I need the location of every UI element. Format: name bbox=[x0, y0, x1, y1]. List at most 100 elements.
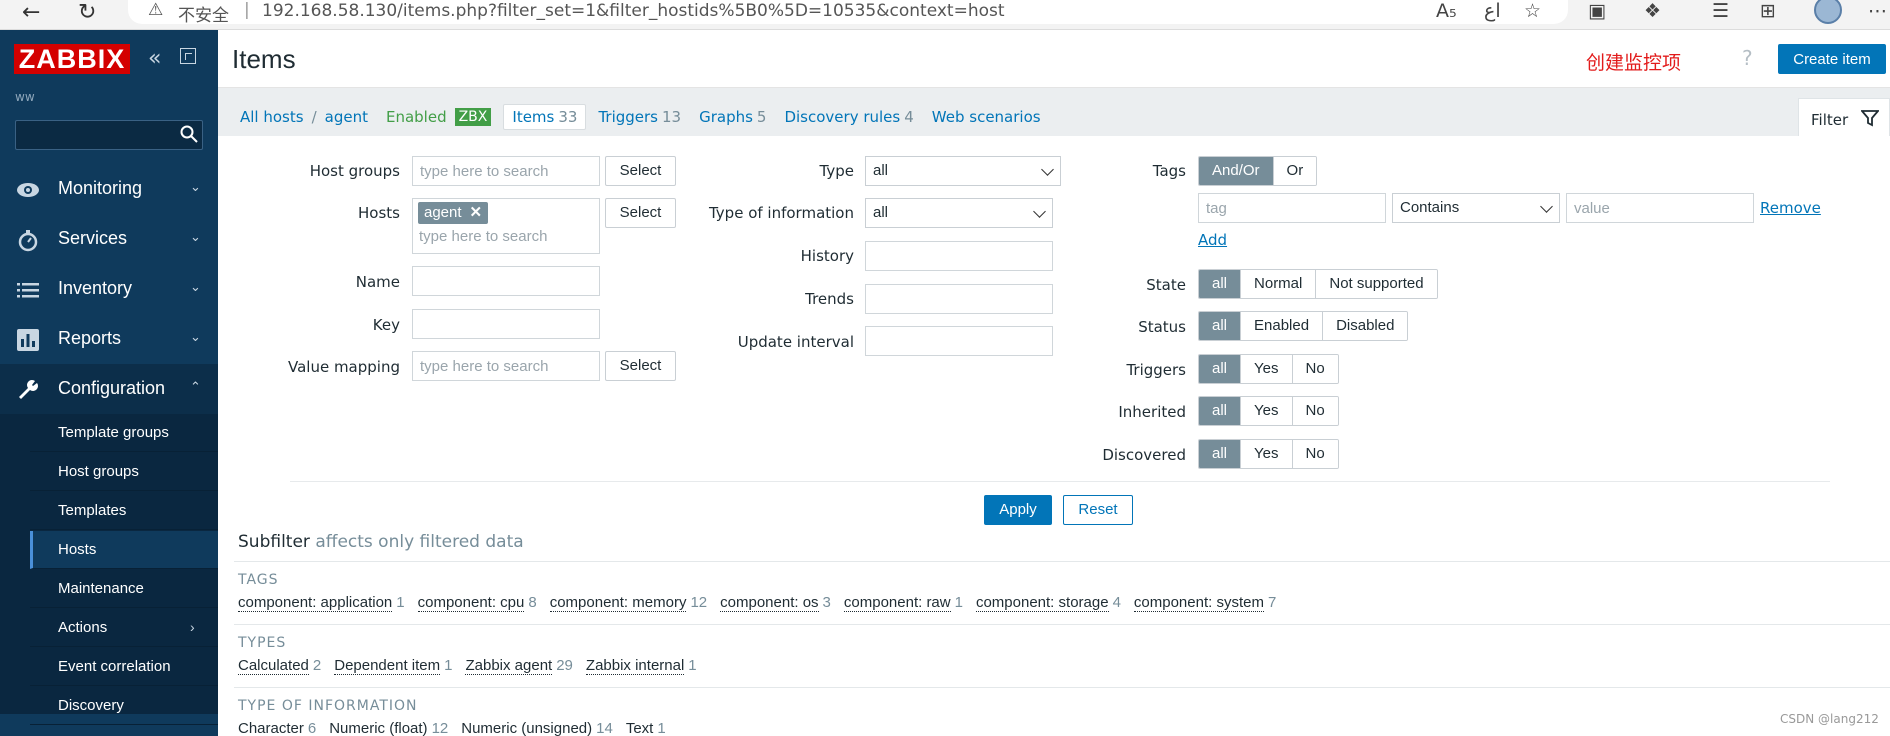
tab-discovery-rules[interactable]: Discovery rules 4 bbox=[784, 108, 913, 126]
subfilter-toi-item[interactable]: Character 6 bbox=[238, 720, 316, 736]
subfilter-toi-item[interactable]: Text 1 bbox=[625, 720, 666, 736]
tags-andor-option[interactable]: And/Or bbox=[1199, 157, 1274, 185]
tab-graphs[interactable]: Graphs 5 bbox=[699, 108, 766, 126]
subfilter-toi-item[interactable]: Numeric (float) 12 bbox=[329, 720, 448, 736]
collections-icon[interactable]: ⊞ bbox=[1760, 0, 1776, 22]
history-input[interactable] bbox=[865, 241, 1053, 271]
menu-inventory[interactable]: Inventory ⌄ bbox=[0, 264, 218, 314]
value-mapping-select-button[interactable]: Select bbox=[605, 351, 676, 381]
tab-items[interactable]: Items 33 bbox=[503, 104, 587, 130]
reset-button[interactable]: Reset bbox=[1063, 495, 1133, 525]
discovered-yes-option[interactable]: Yes bbox=[1241, 440, 1293, 468]
menu-monitoring[interactable]: Monitoring ⌄ bbox=[0, 164, 218, 214]
subfilter-toi-item[interactable]: Numeric (unsigned) 14 bbox=[461, 720, 613, 736]
submenu-host-groups[interactable]: Host groups bbox=[30, 453, 218, 491]
subfilter-item-name[interactable]: Text bbox=[625, 720, 654, 736]
triggers-yes-option[interactable]: Yes bbox=[1241, 355, 1293, 383]
subfilter-type-item[interactable]: Dependent item 1 bbox=[334, 657, 452, 675]
state-not-supported-option[interactable]: Not supported bbox=[1316, 270, 1437, 298]
submenu-maintenance[interactable]: Maintenance bbox=[30, 570, 218, 608]
favorites-icon[interactable]: ☰ bbox=[1712, 0, 1729, 22]
triggers-no-option[interactable]: No bbox=[1292, 355, 1338, 383]
key-input[interactable] bbox=[412, 309, 600, 339]
tag-value-input[interactable]: value bbox=[1566, 193, 1754, 223]
subfilter-tag-item[interactable]: component: memory 12 bbox=[549, 594, 707, 612]
submenu-event-correlation[interactable]: Event correlation bbox=[30, 648, 218, 686]
state-normal-option[interactable]: Normal bbox=[1241, 270, 1317, 298]
collapse-sidebar-icon[interactable]: « bbox=[148, 46, 161, 71]
subfilter-type-item[interactable]: Zabbix agent 29 bbox=[465, 657, 573, 675]
translate-icon[interactable]: اع bbox=[1484, 0, 1501, 22]
hosts-search-input[interactable]: type here to search bbox=[413, 228, 593, 250]
profile-avatar[interactable] bbox=[1814, 0, 1842, 24]
menu-services[interactable]: Services ⌄ bbox=[0, 214, 218, 264]
subfilter-type-item[interactable]: Zabbix internal 1 bbox=[585, 657, 697, 675]
subfilter-tag-item[interactable]: component: application 1 bbox=[238, 594, 405, 612]
more-icon[interactable]: ⋯ bbox=[1868, 0, 1887, 22]
menu-configuration[interactable]: Configuration ⌃ bbox=[0, 364, 218, 414]
subfilter-tag-item[interactable]: component: os 3 bbox=[720, 594, 831, 612]
state-all-option[interactable]: all bbox=[1199, 270, 1242, 298]
update-interval-input[interactable] bbox=[865, 326, 1053, 356]
search-icon[interactable] bbox=[180, 125, 198, 143]
tab-triggers[interactable]: Triggers 13 bbox=[598, 108, 681, 126]
host-status[interactable]: Enabled bbox=[386, 108, 447, 126]
kiosk-mode-icon[interactable] bbox=[180, 48, 196, 64]
status-all-option[interactable]: all bbox=[1199, 312, 1242, 340]
submenu-template-groups[interactable]: Template groups bbox=[30, 414, 218, 452]
subfilter-item-name[interactable]: Zabbix internal bbox=[585, 657, 685, 675]
value-mapping-input[interactable]: type here to search bbox=[412, 351, 600, 381]
inherited-no-option[interactable]: No bbox=[1292, 397, 1338, 425]
subfilter-item-name[interactable]: Character bbox=[238, 720, 304, 736]
subfilter-item-name[interactable]: Numeric (unsigned) bbox=[461, 720, 593, 736]
subfilter-type-item[interactable]: Calculated 2 bbox=[238, 657, 321, 675]
subfilter-item-name[interactable]: component: application bbox=[238, 594, 393, 612]
inherited-all-option[interactable]: all bbox=[1199, 397, 1242, 425]
subfilter-item-name[interactable]: component: cpu bbox=[417, 594, 525, 612]
type-of-information-select[interactable]: all bbox=[865, 198, 1053, 228]
apply-button[interactable]: Apply bbox=[984, 495, 1052, 525]
type-select[interactable]: all bbox=[865, 156, 1061, 186]
submenu-actions[interactable]: Actions › bbox=[30, 609, 218, 647]
menu-reports[interactable]: Reports ⌄ bbox=[0, 314, 218, 364]
zabbix-logo[interactable]: ZABBIX bbox=[14, 44, 130, 74]
extension-icon[interactable]: ▣ bbox=[1588, 0, 1606, 22]
subfilter-tag-item[interactable]: component: system 7 bbox=[1133, 594, 1276, 612]
breadcrumb-all-hosts[interactable]: All hosts bbox=[240, 108, 304, 126]
tags-or-option[interactable]: Or bbox=[1273, 157, 1317, 185]
subfilter-tag-item[interactable]: component: raw 1 bbox=[843, 594, 963, 612]
host-chip-agent[interactable]: agent ✕ bbox=[418, 202, 489, 224]
subfilter-item-name[interactable]: Dependent item bbox=[334, 657, 441, 675]
status-enabled-option[interactable]: Enabled bbox=[1241, 312, 1324, 340]
submenu-hosts[interactable]: Hosts bbox=[30, 531, 218, 569]
tag-operator-select[interactable]: Contains bbox=[1392, 193, 1560, 223]
subfilter-tag-item[interactable]: component: storage 4 bbox=[975, 594, 1121, 612]
subfilter-tag-item[interactable]: component: cpu 8 bbox=[417, 594, 537, 612]
trends-input[interactable] bbox=[865, 284, 1053, 314]
submenu-templates[interactable]: Templates bbox=[30, 492, 218, 530]
subfilter-item-name[interactable]: Zabbix agent bbox=[465, 657, 553, 675]
status-disabled-option[interactable]: Disabled bbox=[1323, 312, 1408, 340]
discovered-no-option[interactable]: No bbox=[1292, 440, 1338, 468]
read-aloud-icon[interactable]: A₅ bbox=[1436, 0, 1457, 22]
inherited-yes-option[interactable]: Yes bbox=[1241, 397, 1293, 425]
sidebar-search-input[interactable] bbox=[15, 120, 203, 150]
subfilter-item-name[interactable]: component: system bbox=[1133, 594, 1264, 612]
breadcrumb-host[interactable]: agent bbox=[325, 108, 368, 126]
create-item-button[interactable]: Create item bbox=[1778, 44, 1886, 74]
puzzle-icon[interactable]: ❖ bbox=[1644, 0, 1661, 22]
subfilter-item-name[interactable]: component: memory bbox=[549, 594, 687, 612]
tag-name-input[interactable]: tag bbox=[1198, 193, 1386, 223]
hosts-select-button[interactable]: Select bbox=[605, 198, 676, 228]
add-tag-link[interactable]: Add bbox=[1198, 231, 1227, 249]
name-input[interactable] bbox=[412, 266, 600, 296]
help-icon[interactable]: ? bbox=[1742, 46, 1753, 70]
filter-tab[interactable]: Filter bbox=[1798, 98, 1890, 138]
triggers-all-option[interactable]: all bbox=[1199, 355, 1242, 383]
subfilter-item-name[interactable]: component: storage bbox=[975, 594, 1109, 612]
tab-web-scenarios[interactable]: Web scenarios bbox=[932, 108, 1041, 126]
host-groups-select-button[interactable]: Select bbox=[605, 156, 676, 186]
remove-tag-link[interactable]: Remove bbox=[1760, 199, 1821, 217]
subfilter-item-name[interactable]: Calculated bbox=[238, 657, 309, 675]
url-text[interactable]: 192.168.58.130/items.php?filter_set=1&fi… bbox=[262, 1, 1005, 21]
